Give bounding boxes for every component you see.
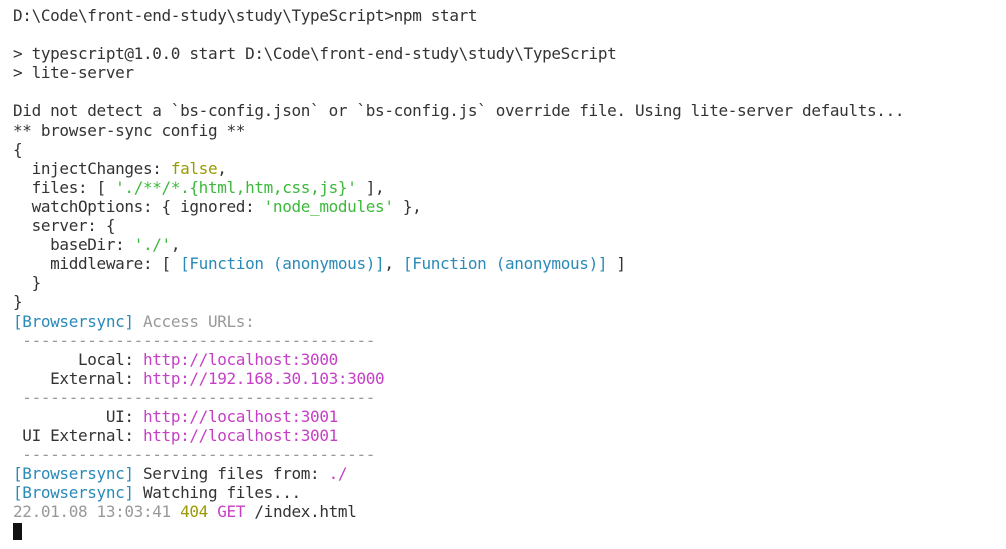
- ui-external-url-link[interactable]: http://localhost:3001: [143, 426, 338, 445]
- config-server: server: {: [13, 216, 116, 236]
- prompt-command: npm start: [393, 6, 478, 25]
- config-basedir: baseDir: './',: [13, 235, 181, 255]
- browsersync-tag: [Browsersync]: [13, 464, 134, 484]
- cursor-line: [13, 522, 1006, 541]
- browsersync-access-line: [Browsersync] Access URLs:: [13, 312, 1006, 331]
- terminal-window[interactable]: D:\Code\front-end-study\study\TypeScript…: [0, 0, 1006, 549]
- access-urls-label: Access URLs:: [133, 311, 255, 331]
- config-close-brace: }: [13, 292, 23, 312]
- request-log-line: 22.01.08 13:03:41 404 GET /index.html: [13, 502, 1006, 521]
- config-server-close: }: [13, 273, 42, 293]
- text-cursor[interactable]: [13, 522, 22, 540]
- external-url-link[interactable]: http://192.168.30.103:3000: [143, 369, 385, 388]
- config-watch-options: watchOptions: { ignored: 'node_modules' …: [13, 196, 422, 216]
- config-string-value: './**/*.{html,htm,css,js}': [115, 177, 357, 197]
- ui-url-row: UI: http://localhost:3001: [13, 406, 338, 426]
- config-middleware: middleware: [ [Function (anonymous)], [F…: [13, 254, 626, 274]
- config-warning: Did not detect a `bs-config.json` or `bs…: [13, 101, 905, 121]
- config-function-value: [Function (anonymous)]: [180, 254, 385, 274]
- config-files: files: [ './**/*.{html,htm,css,js}' ],: [13, 177, 385, 197]
- log-timestamp: 22.01.08 13:03:41: [13, 502, 181, 522]
- prompt-cwd: D:\Code\front-end-study\study\TypeScript: [13, 6, 385, 25]
- divider: --------------------------------------: [13, 387, 376, 407]
- config-open-brace: {: [13, 139, 23, 159]
- npm-run-line: > typescript@1.0.0 start D:\Code\front-e…: [13, 44, 617, 64]
- divider: --------------------------------------: [13, 445, 376, 465]
- ui-url-link[interactable]: http://localhost:3001: [143, 407, 338, 426]
- config-inject-changes: injectChanges: false,: [13, 158, 227, 178]
- config-boolean-value: false: [170, 158, 218, 178]
- local-url-row: Local: http://localhost:3000: [13, 349, 338, 369]
- log-path: /index.html: [245, 502, 357, 522]
- config-string-value: './': [133, 235, 171, 255]
- config-string-value: 'node_modules': [263, 196, 394, 216]
- log-status: 404: [180, 502, 208, 522]
- log-method: GET: [207, 502, 246, 522]
- watching-files-line: [Browsersync] Watching files...: [13, 483, 301, 503]
- serving-files-line: [Browsersync] Serving files from: ./: [13, 464, 348, 484]
- serving-path: ./: [328, 464, 348, 484]
- external-url-row: External: http://192.168.30.103:3000: [13, 368, 385, 388]
- local-url-link[interactable]: http://localhost:3000: [143, 350, 338, 369]
- browsersync-tag: [Browsersync]: [13, 311, 134, 331]
- browsersync-tag: [Browsersync]: [13, 483, 134, 503]
- prompt-line: D:\Code\front-end-study\study\TypeScript…: [13, 6, 478, 25]
- divider: --------------------------------------: [13, 330, 376, 350]
- config-function-value: [Function (anonymous)]: [402, 254, 608, 274]
- config-header: ** browser-sync config **: [13, 120, 246, 140]
- ui-external-url-row: UI External: http://localhost:3001: [13, 426, 338, 446]
- npm-script-line: > lite-server: [13, 63, 134, 83]
